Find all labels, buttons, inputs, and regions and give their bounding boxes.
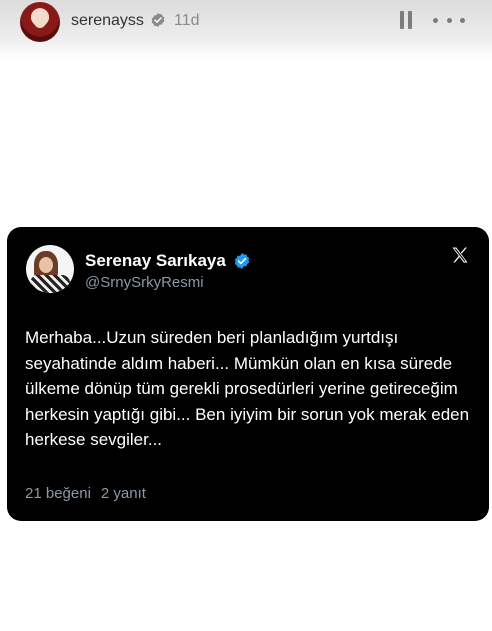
story-time-ago: 11d — [174, 12, 200, 29]
tweet-text: Merhaba...Uzun süreden beri planladığım … — [25, 328, 470, 449]
verified-badge-icon — [151, 13, 165, 27]
tweet-display-name: Serenay Sarıkaya — [85, 251, 226, 270]
tweet-card: Serenay Sarıkaya @SrnySrkyResmi Merhaba.… — [7, 227, 489, 521]
tweet-handle: @SrnySrkyResmi — [85, 274, 204, 291]
tweet-stats: 21 beğeni 2 yanıt — [25, 485, 146, 502]
verified-badge-icon — [234, 253, 250, 269]
tweet-replies: 2 yanıt — [100, 485, 146, 502]
x-logo-icon — [452, 247, 468, 263]
tweet-likes: 21 beğeni — [25, 485, 91, 502]
story-avatar[interactable] — [20, 2, 60, 42]
story-username[interactable]: serenayss — [71, 12, 144, 30]
story-header: serenayss 11d — [0, 0, 492, 60]
tweet-avatar — [26, 245, 74, 293]
pause-icon[interactable] — [399, 11, 413, 29]
more-options-icon[interactable] — [433, 12, 465, 28]
